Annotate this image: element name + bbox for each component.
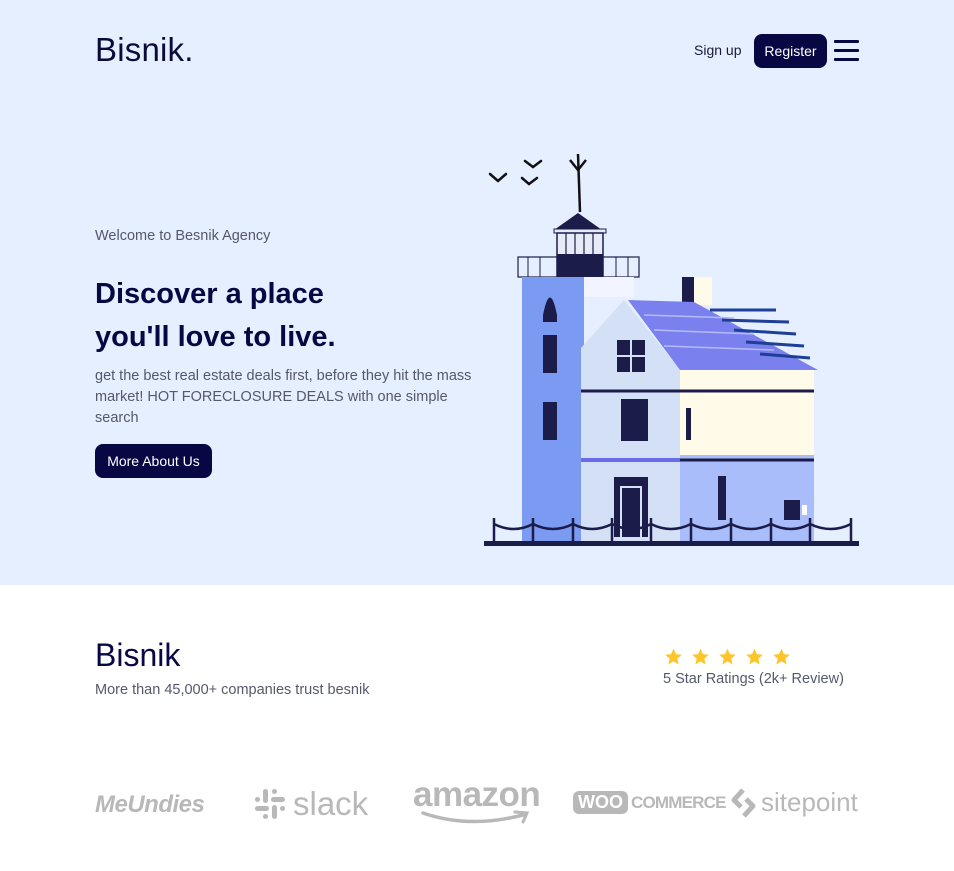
sitepoint-logo: sitepoint [731,787,858,818]
hero-description: get the best real estate deals first, be… [95,368,472,426]
woocommerce-logo: WOO COMMERCE [573,791,726,814]
sitepoint-icon [731,787,756,818]
amazon-logo: amazon [413,775,543,827]
hero-headline: Discover a place you'll love to live. [95,273,495,359]
star-icon [719,648,736,665]
slack-hash-icon [255,789,285,819]
trust-subtitle: More than 45,000+ companies trust besnik [95,682,370,698]
partner-logos: MeUndies slack amazon WOO COMMERCE sitep… [95,775,860,835]
woo-badge: WOO [573,791,628,814]
lighthouse-house-illustration [484,153,859,546]
woocommerce-text: COMMERCE [631,792,726,812]
headline-line-2: you'll love to live. [95,321,336,353]
star-icon [665,648,682,665]
star-rating [663,647,793,669]
hero-section: Bisnik. Sign up Register Welcome to Besn… [0,0,954,585]
trust-title: Bisnik [95,637,181,673]
slack-text: slack [293,785,369,822]
birds-icon [488,159,543,186]
star-icon [773,648,790,665]
headline-line-1: Discover a place [95,278,324,310]
signup-link[interactable]: Sign up [694,42,741,58]
slack-logo: slack [253,785,368,823]
sitepoint-text: sitepoint [761,787,858,817]
meundies-text: MeUndies [95,791,205,818]
hamburger-menu-icon[interactable] [834,40,859,62]
brand-logo[interactable]: Bisnik. [95,31,194,69]
more-about-us-button[interactable]: More About Us [95,444,212,478]
welcome-text: Welcome to Besnik Agency [95,228,271,244]
register-button[interactable]: Register [754,34,827,68]
star-icon [746,648,763,665]
star-icon [692,648,709,665]
meundies-logo: MeUndies [95,791,205,819]
rating-text: 5 Star Ratings (2k+ Review) [663,671,844,687]
amazon-smile-icon [421,810,530,824]
